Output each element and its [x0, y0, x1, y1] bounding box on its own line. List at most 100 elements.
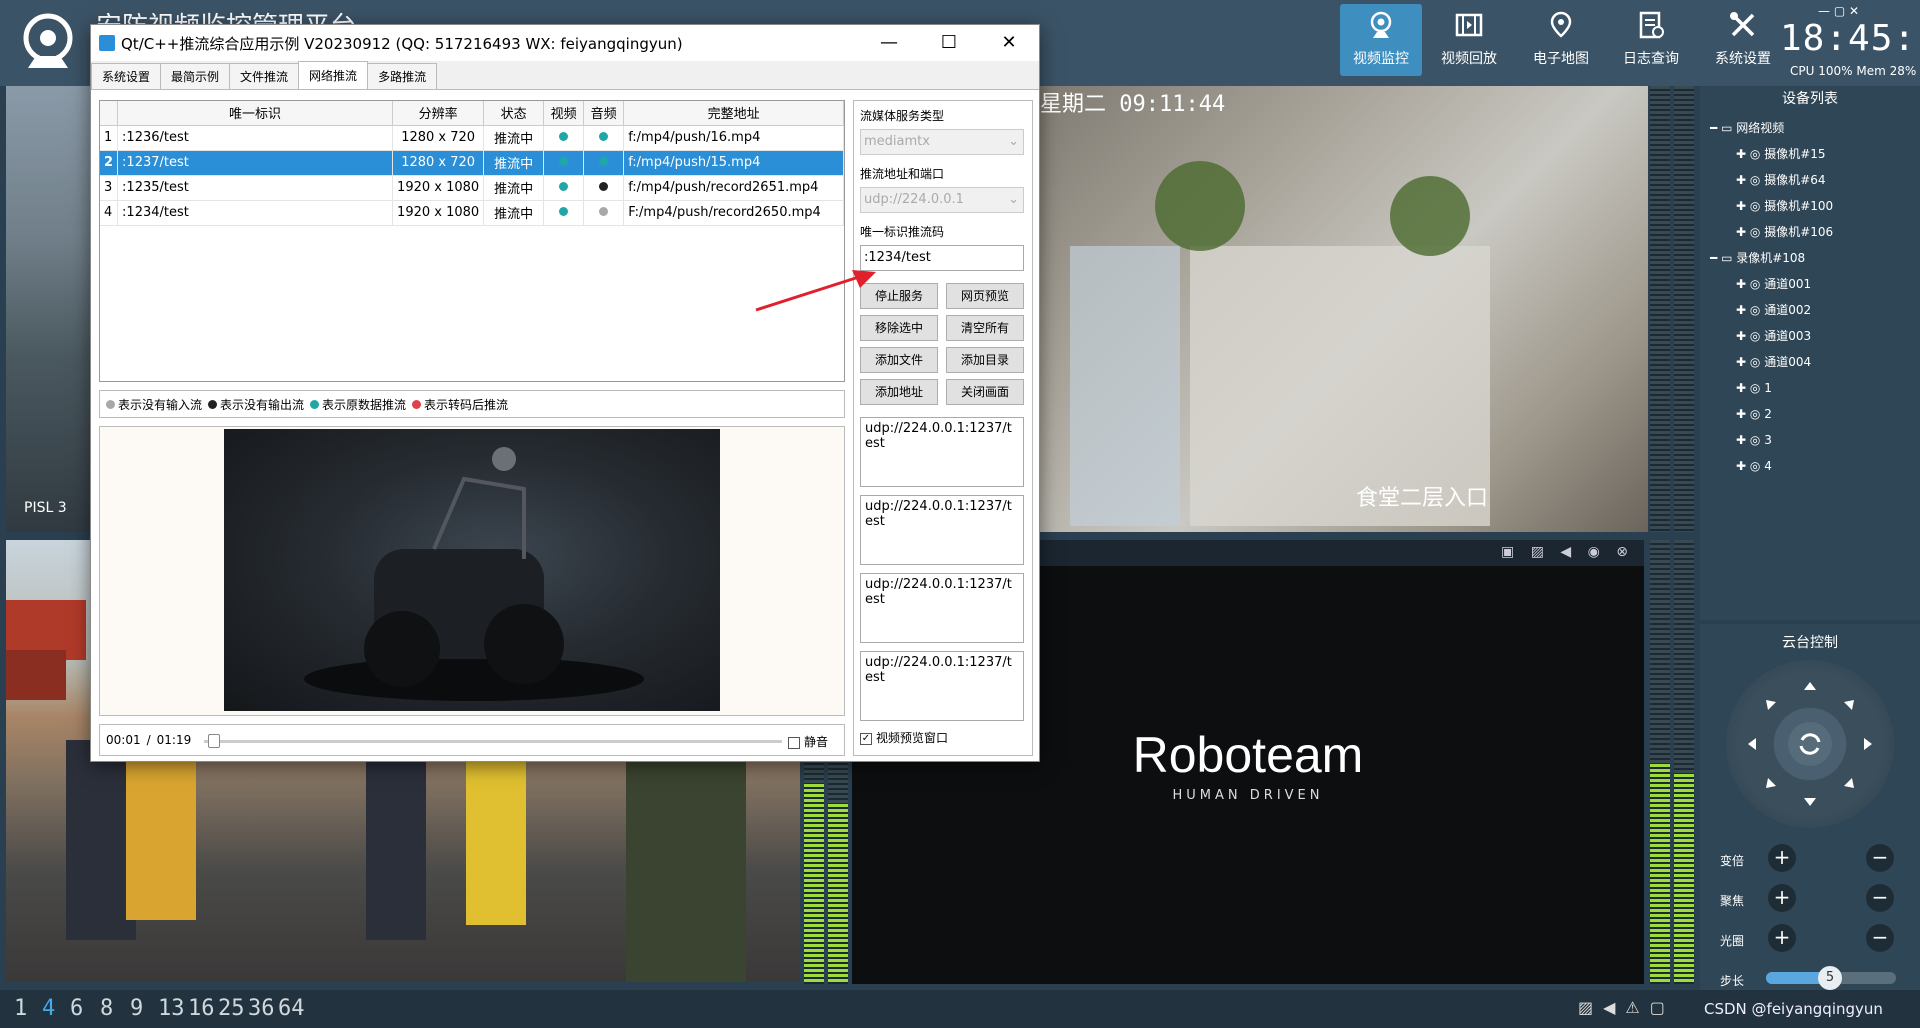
- legend-dot-icon: [106, 399, 115, 409]
- checkbox-box[interactable]: ✓: [860, 732, 872, 745]
- expand-icon[interactable]: ✚: [1736, 199, 1746, 213]
- checkbox-box[interactable]: [788, 736, 800, 749]
- expand-icon[interactable]: ✚: [1736, 433, 1746, 447]
- column-header[interactable]: 唯一标识: [117, 101, 394, 126]
- stream-url-box[interactable]: udp://224.0.0.1:1237/test: [860, 495, 1024, 565]
- zoom-in-button[interactable]: +: [1768, 844, 1796, 872]
- grid-4-button[interactable]: 4: [42, 996, 55, 1021]
- push-stream-dialog: Qt/C++推流综合应用示例 V20230912 (QQ: 517216493 …: [90, 24, 1040, 762]
- row-number: 3: [100, 175, 119, 201]
- column-header[interactable]: 完整地址: [623, 101, 844, 126]
- tab-simple-example[interactable]: 最简示例: [160, 63, 231, 89]
- focus-in-button[interactable]: +: [1768, 884, 1796, 912]
- grid-64-button[interactable]: 64: [278, 996, 305, 1021]
- grid-36-button[interactable]: 36: [248, 996, 275, 1021]
- tree-item[interactable]: ✚ ◎ 摄像机#106: [1736, 220, 1833, 244]
- collapse-icon[interactable]: ━: [1710, 251, 1717, 265]
- nav-video-playback[interactable]: 视频回放: [1428, 4, 1510, 76]
- table-row[interactable]: 4:1234/test 1920 x 1080 推流中 F:/mp4/push/rec…: [100, 200, 844, 226]
- server-type-select[interactable]: mediamtx ⌄: [860, 129, 1024, 155]
- expand-icon[interactable]: ✚: [1736, 407, 1746, 421]
- grid-13-button[interactable]: 13: [158, 996, 185, 1021]
- expand-icon[interactable]: ✚: [1736, 173, 1746, 187]
- nav-log-query[interactable]: 日志查询: [1610, 4, 1692, 76]
- window-controls[interactable]: — ▢ ✕: [1818, 4, 1859, 18]
- tree-item[interactable]: ✚ ◎ 通道002: [1736, 298, 1811, 322]
- nav-system-settings[interactable]: 系统设置: [1702, 4, 1784, 76]
- tree-item[interactable]: ✚ ◎ 3: [1736, 428, 1772, 452]
- table-row[interactable]: 1:1236/test 1280 x 720 推流中 f:/mp4/push/16.m…: [100, 125, 844, 151]
- bottom-toolbar-icons[interactable]: ▨◀⚠▢: [1578, 998, 1675, 1017]
- table-row[interactable]: 3:1235/test 1920 x 1080 推流中 f:/mp4/push/rec…: [100, 175, 844, 201]
- preview-window-checkbox[interactable]: ✓ 视频预览窗口: [860, 729, 948, 746]
- tab-multi-push[interactable]: 多路推流: [367, 63, 438, 89]
- ptz-direction-pad[interactable]: [1726, 660, 1894, 828]
- stream-url-box[interactable]: udp://224.0.0.1:1237/test: [860, 651, 1024, 721]
- tab-network-push[interactable]: 网络推流: [298, 61, 369, 89]
- tab-system-settings[interactable]: 系统设置: [91, 63, 162, 89]
- push-addr-combo[interactable]: udp://224.0.0.1 ⌄: [860, 187, 1024, 213]
- tree-item[interactable]: ✚ ◎ 2: [1736, 402, 1772, 426]
- zoom-out-button[interactable]: −: [1866, 844, 1894, 872]
- tab-file-push[interactable]: 文件推流: [229, 63, 300, 89]
- video-cell-2[interactable]: 星期二 09:11:44 食堂二层入口: [1040, 86, 1648, 532]
- grid-16-button[interactable]: 16: [188, 996, 215, 1021]
- grid-9-button[interactable]: 9: [130, 996, 143, 1021]
- video-cell-1[interactable]: PISL 3: [6, 86, 90, 532]
- dialog-title-bar[interactable]: Qt/C++推流综合应用示例 V20230912 (QQ: 517216493 …: [91, 25, 1039, 61]
- tree-item[interactable]: ✚ ◎ 通道004: [1736, 350, 1811, 374]
- column-header[interactable]: 状态: [483, 101, 545, 126]
- tree-group-nvr[interactable]: ━ ▭ 录像机#108: [1710, 246, 1805, 270]
- column-header[interactable]: 视频: [543, 101, 585, 126]
- iris-open-button[interactable]: +: [1768, 924, 1796, 952]
- step-slider-handle[interactable]: 5: [1818, 966, 1842, 990]
- tree-item[interactable]: ✚ ◎ 摄像机#100: [1736, 194, 1833, 218]
- seek-handle[interactable]: [208, 734, 220, 748]
- tree-group-network-video[interactable]: ━ ▭ 网络视频: [1710, 116, 1784, 140]
- mute-checkbox[interactable]: 静音: [788, 733, 828, 750]
- web-preview-button[interactable]: 网页预览: [946, 283, 1024, 309]
- grid-1-button[interactable]: 1: [14, 996, 27, 1021]
- close-view-button[interactable]: 关闭画面: [946, 379, 1024, 405]
- stream-url-box[interactable]: udp://224.0.0.1:1237/test: [860, 417, 1024, 487]
- stream-code-input[interactable]: :1234/test: [860, 245, 1024, 271]
- video-toolbar-icons[interactable]: ▣ ▨ ◀ ◉ ⊗: [1501, 544, 1634, 560]
- column-header[interactable]: 分辨率: [392, 101, 485, 126]
- seek-bar[interactable]: [204, 740, 782, 743]
- minimize-button[interactable]: —: [859, 25, 919, 61]
- column-header[interactable]: 音频: [583, 101, 625, 126]
- tree-item[interactable]: ✚ ◎ 1: [1736, 376, 1772, 400]
- expand-icon[interactable]: ✚: [1736, 381, 1746, 395]
- grid-8-button[interactable]: 8: [100, 996, 113, 1021]
- tree-item[interactable]: ✚ ◎ 摄像机#64: [1736, 168, 1826, 192]
- grid-25-button[interactable]: 25: [218, 996, 245, 1021]
- tree-item[interactable]: ✚ ◎ 通道001: [1736, 272, 1811, 296]
- grid-6-button[interactable]: 6: [70, 996, 83, 1021]
- add-address-button[interactable]: 添加地址: [860, 379, 938, 405]
- tree-item-label: 3: [1764, 433, 1772, 447]
- expand-icon[interactable]: ✚: [1736, 147, 1746, 161]
- add-directory-button[interactable]: 添加目录: [946, 347, 1024, 373]
- tree-item[interactable]: ✚ ◎ 摄像机#15: [1736, 142, 1826, 166]
- expand-icon[interactable]: ✚: [1736, 303, 1746, 317]
- table-row[interactable]: 2:1237/test 1280 x 720 推流中 f:/mp4/push/15.m…: [100, 150, 844, 176]
- expand-icon[interactable]: ✚: [1736, 277, 1746, 291]
- stream-url-box[interactable]: udp://224.0.0.1:1237/test: [860, 573, 1024, 643]
- add-file-button[interactable]: 添加文件: [860, 347, 938, 373]
- expand-icon[interactable]: ✚: [1736, 225, 1746, 239]
- tree-item[interactable]: ✚ ◎ 4: [1736, 454, 1772, 478]
- iris-close-button[interactable]: −: [1866, 924, 1894, 952]
- expand-icon[interactable]: ✚: [1736, 459, 1746, 473]
- tree-item[interactable]: ✚ ◎ 通道003: [1736, 324, 1811, 348]
- close-button[interactable]: ✕: [979, 25, 1039, 61]
- collapse-icon[interactable]: ━: [1710, 121, 1717, 135]
- audio-meter: [1674, 86, 1694, 532]
- nav-video-monitor[interactable]: 视频监控: [1340, 4, 1422, 76]
- stream-table[interactable]: 唯一标识 分辨率 状态 视频 音频 完整地址 1:1236/test 1280 x…: [99, 100, 845, 382]
- clear-all-button[interactable]: 清空所有: [946, 315, 1024, 341]
- nav-e-map[interactable]: 电子地图: [1520, 4, 1602, 76]
- expand-icon[interactable]: ✚: [1736, 355, 1746, 369]
- expand-icon[interactable]: ✚: [1736, 329, 1746, 343]
- maximize-button[interactable]: ☐: [919, 25, 979, 61]
- focus-out-button[interactable]: −: [1866, 884, 1894, 912]
